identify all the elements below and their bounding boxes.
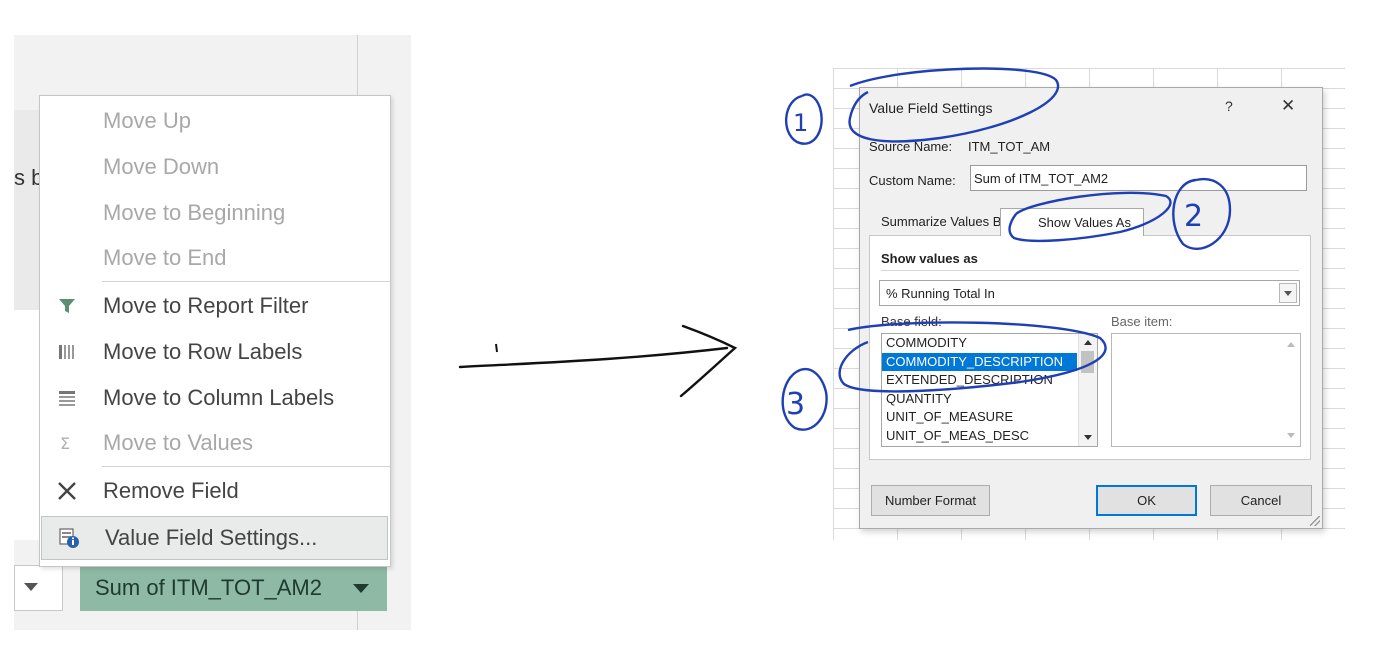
- base-item-label: Base item:: [1111, 314, 1173, 329]
- tab-summarize-values-by[interactable]: Summarize Values By: [881, 214, 1008, 229]
- show-values-as-panel: Show values as % Running Total In Base f…: [869, 235, 1311, 460]
- row-labels-icon: [59, 345, 74, 359]
- list-item[interactable]: COMMODITY: [882, 334, 1077, 353]
- annotation-circle-1-icon: [784, 93, 823, 145]
- remove-x-icon: [58, 482, 76, 500]
- field-context-menu: Move Up Move Down Move to Beginning Move…: [39, 95, 391, 567]
- dialog-title: Value Field Settings: [869, 100, 993, 116]
- field-button-label: Sum of ITM_TOT_AM2: [95, 575, 322, 600]
- base-field-list[interactable]: COMMODITY COMMODITY_DESCRIPTION EXTENDED…: [881, 333, 1098, 447]
- menu-item-label: Move to Values: [103, 430, 254, 455]
- menu-item-label: Move to Report Filter: [103, 293, 309, 318]
- sum-of-itm-tot-am2-field-button[interactable]: Sum of ITM_TOT_AM2: [80, 565, 387, 611]
- custom-name-label: Custom Name:: [869, 173, 956, 188]
- menu-item-move-to-row-labels[interactable]: Move to Row Labels: [40, 331, 390, 375]
- dropdown-arrow-icon[interactable]: [24, 583, 38, 591]
- menu-item-move-to-end[interactable]: Move to End: [40, 237, 390, 281]
- scroll-thumb[interactable]: [1081, 351, 1094, 373]
- ok-button[interactable]: OK: [1096, 485, 1197, 516]
- list-scrollbar[interactable]: [1078, 334, 1097, 446]
- base-item-list[interactable]: [1111, 333, 1301, 447]
- show-values-as-heading: Show values as: [881, 251, 978, 266]
- column-labels-icon: [59, 391, 75, 406]
- menu-item-remove-field[interactable]: Remove Field: [40, 470, 390, 514]
- menu-item-label: Move Down: [103, 154, 220, 179]
- annotation-number-3: 3: [786, 387, 805, 422]
- menu-item-label: Value Field Settings...: [105, 525, 318, 550]
- cancel-button[interactable]: Cancel: [1210, 485, 1312, 516]
- menu-item-label: Move Up: [103, 108, 192, 133]
- list-item[interactable]: EXTENDED_DESCRIPTION: [882, 371, 1077, 390]
- dropdown-arrow-icon[interactable]: [353, 584, 369, 593]
- menu-item-label: Move to Column Labels: [103, 385, 335, 410]
- annotation-number-1: 1: [793, 109, 808, 137]
- menu-item-label: Move to Row Labels: [103, 339, 303, 364]
- menu-item-label: Remove Field: [103, 478, 239, 503]
- annotation-circle-3-icon: [781, 367, 828, 431]
- svg-text:Σ: Σ: [60, 434, 70, 453]
- list-item-selected[interactable]: COMMODITY_DESCRIPTION: [882, 352, 1077, 371]
- menu-item-move-to-values[interactable]: Σ Move to Values: [40, 422, 390, 466]
- source-name-label: Source Name:: [869, 139, 953, 154]
- close-icon[interactable]: ✕: [1281, 96, 1295, 116]
- scroll-down-icon[interactable]: [1084, 435, 1092, 440]
- menu-item-label: Move to End: [103, 245, 227, 270]
- filter-icon: [59, 299, 75, 313]
- menu-item-move-to-column-labels[interactable]: Move to Column Labels: [40, 377, 390, 421]
- resize-grip-icon[interactable]: [1310, 516, 1320, 526]
- tab-show-values-as[interactable]: Show Values As: [1000, 208, 1144, 236]
- help-button[interactable]: ?: [1225, 98, 1233, 114]
- sheet-strip: [14, 110, 42, 310]
- sheet-strip: [14, 310, 42, 540]
- chevron-down-icon[interactable]: [1279, 283, 1297, 303]
- dropdown-selected-value: % Running Total In: [886, 286, 995, 301]
- menu-item-label: Move to Beginning: [103, 200, 286, 225]
- show-values-as-dropdown[interactable]: % Running Total In: [879, 280, 1300, 306]
- list-item[interactable]: UNIT_OF_MEAS_DESC: [882, 427, 1077, 446]
- scroll-up-icon: [1287, 342, 1295, 347]
- menu-item-value-field-settings[interactable]: Value Field Settings...: [41, 516, 388, 560]
- list-item[interactable]: QUANTITY: [882, 390, 1077, 409]
- list-item[interactable]: UNIT_OF_MEASURE: [882, 408, 1077, 427]
- sigma-icon: Σ: [60, 434, 70, 453]
- base-field-label: Base field:: [881, 314, 942, 329]
- custom-name-field[interactable]: [970, 165, 1307, 191]
- menu-separator: [102, 466, 390, 467]
- scroll-up-icon[interactable]: [1084, 340, 1092, 345]
- number-format-button[interactable]: Number Format: [871, 485, 990, 516]
- section-divider: [881, 270, 1299, 271]
- value-field-settings-icon: [59, 528, 79, 548]
- value-field-settings-dialog: Value Field Settings ? ✕ Source Name: IT…: [859, 87, 1323, 529]
- menu-item-move-to-beginning[interactable]: Move to Beginning: [40, 192, 390, 236]
- field-dropdown[interactable]: [14, 565, 63, 611]
- menu-item-move-down[interactable]: Move Down: [40, 146, 390, 190]
- menu-separator: [102, 281, 390, 282]
- scroll-down-icon: [1287, 433, 1295, 438]
- handwritten-arrow-icon: [458, 324, 738, 398]
- menu-item-move-to-report-filter[interactable]: Move to Report Filter: [40, 285, 390, 329]
- menu-item-move-up[interactable]: Move Up: [40, 100, 390, 144]
- source-name-value: ITM_TOT_AM: [968, 139, 1051, 154]
